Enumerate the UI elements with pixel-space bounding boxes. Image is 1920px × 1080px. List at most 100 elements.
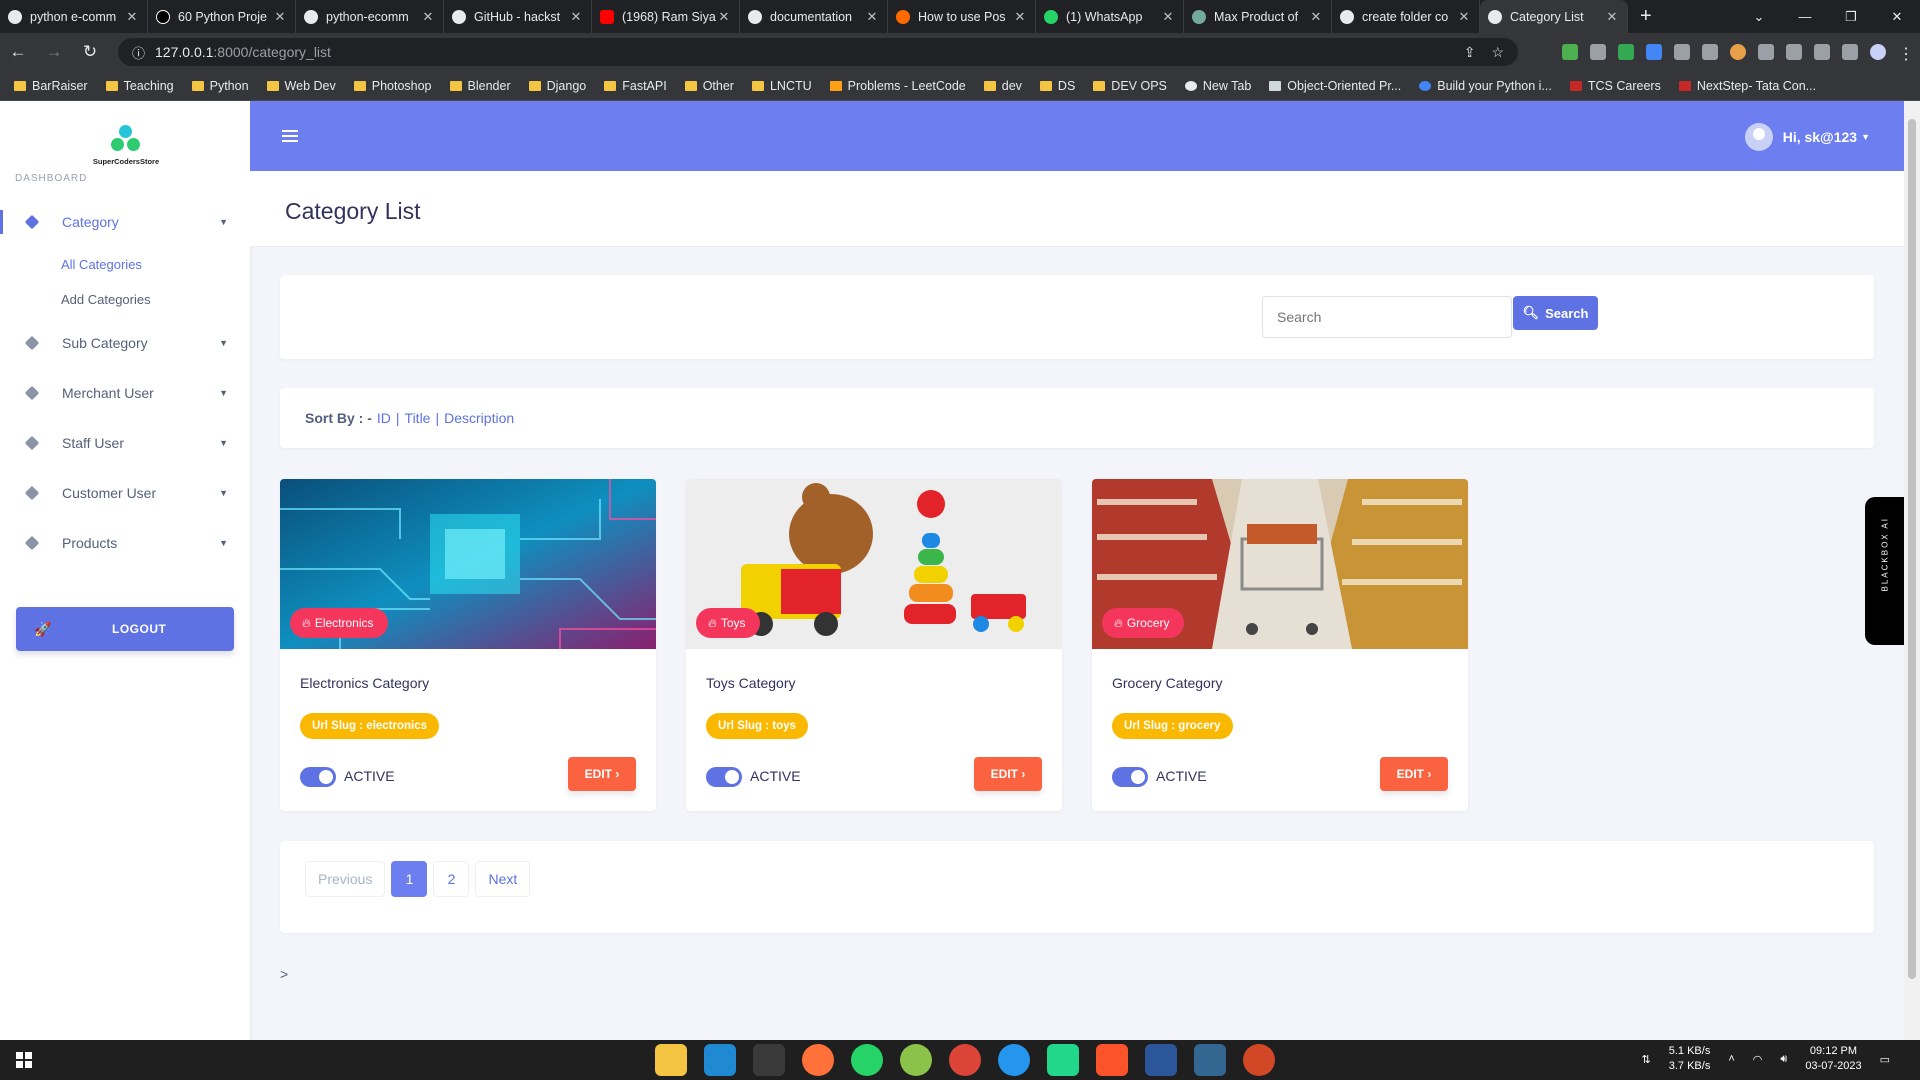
blackbox-ai-widget[interactable]: BLACKBOX AI: [1865, 497, 1905, 645]
chrome-icon[interactable]: [949, 1044, 981, 1076]
postgres-icon[interactable]: [1194, 1044, 1226, 1076]
browser-tab[interactable]: 60 Python Proje ✕: [148, 0, 296, 33]
active-toggle[interactable]: [706, 767, 742, 787]
edit-button[interactable]: EDIT ›: [974, 757, 1042, 791]
bookmark[interactable]: BarRaiser: [14, 79, 88, 93]
bookmark[interactable]: Python: [191, 79, 249, 93]
sidebar-item-sub-category[interactable]: Sub Category ▼: [0, 323, 250, 363]
file-explorer-icon[interactable]: [655, 1044, 687, 1076]
puzzle-icon[interactable]: [1786, 44, 1802, 60]
browser-tab[interactable]: How to use Pos ✕: [888, 0, 1036, 33]
browser-tab[interactable]: (1) WhatsApp ✕: [1036, 0, 1184, 33]
share-icon[interactable]: ⇪: [1464, 44, 1476, 61]
browser-tab-active[interactable]: Category List ✕: [1480, 0, 1628, 33]
whatsapp-icon[interactable]: [851, 1044, 883, 1076]
extension-icon[interactable]: [1618, 44, 1634, 60]
close-icon[interactable]: ✕: [865, 9, 879, 25]
close-icon[interactable]: ✕: [1161, 9, 1175, 25]
submenu-all-categories[interactable]: All Categories: [61, 257, 142, 272]
bookmark[interactable]: New Tab: [1184, 79, 1251, 93]
bookmark[interactable]: LNCTU: [751, 79, 812, 93]
bookmark[interactable]: Object-Oriented Pr...: [1269, 79, 1401, 93]
close-icon[interactable]: ✕: [1605, 9, 1619, 25]
extension-icon[interactable]: [1702, 44, 1718, 60]
bookmark[interactable]: Photoshop: [353, 79, 432, 93]
app-icon[interactable]: [900, 1044, 932, 1076]
browser-tab[interactable]: Max Product of ✕: [1184, 0, 1332, 33]
url-bar[interactable]: ⓘ 127.0.0.1:8000/category_list ⇪ ☆: [118, 38, 1518, 66]
pagination-page[interactable]: 1: [391, 861, 428, 897]
chevron-up-icon[interactable]: ˄: [1728, 1053, 1734, 1065]
close-window-icon[interactable]: ✕: [1874, 0, 1920, 33]
search-button[interactable]: 🔍︎ Search: [1513, 296, 1598, 330]
bookmark[interactable]: Teaching: [105, 79, 174, 93]
pagination-page[interactable]: 2: [433, 861, 470, 897]
wifi-icon[interactable]: ◠: [1753, 1053, 1763, 1066]
sort-by-id[interactable]: ID: [377, 410, 391, 426]
sidebar-item-customer-user[interactable]: Customer User ▼: [0, 473, 250, 513]
close-icon[interactable]: ✕: [1309, 9, 1323, 25]
brave-icon[interactable]: [1096, 1044, 1128, 1076]
browser-tab[interactable]: create folder co ✕: [1332, 0, 1480, 33]
volume-icon[interactable]: 🔊︎: [1780, 1053, 1787, 1066]
bookmark[interactable]: Django: [528, 79, 586, 93]
minimize-icon[interactable]: —: [1782, 0, 1828, 33]
bookmark[interactable]: FastAPI: [604, 79, 667, 93]
word-icon[interactable]: [1145, 1044, 1177, 1076]
page-scrollbar[interactable]: [1904, 101, 1920, 1040]
scrollbar-thumb[interactable]: [1908, 119, 1916, 979]
pagination-next[interactable]: Next: [475, 861, 531, 897]
bookmark[interactable]: DEV OPS: [1093, 79, 1167, 93]
menu-dots-icon[interactable]: ⋮: [1898, 44, 1914, 63]
logout-button[interactable]: 🚀 LOGOUT: [16, 607, 234, 651]
close-icon[interactable]: ✕: [1457, 9, 1471, 25]
pycharm-icon[interactable]: [1047, 1044, 1079, 1076]
browser-tab[interactable]: (1968) Ram Siya ✕: [592, 0, 740, 33]
close-icon[interactable]: ✕: [273, 9, 287, 25]
browser-tab[interactable]: python-ecomm ✕: [296, 0, 444, 33]
extension-icon[interactable]: [1674, 44, 1690, 60]
bookmark[interactable]: dev: [983, 79, 1022, 93]
close-icon[interactable]: ✕: [125, 9, 139, 25]
bookmark[interactable]: Blender: [449, 79, 511, 93]
active-toggle[interactable]: [300, 767, 336, 787]
user-menu[interactable]: Hi, sk@123 ▼: [1744, 123, 1870, 151]
bookmark[interactable]: Other: [684, 79, 734, 93]
info-icon[interactable]: ⓘ: [132, 43, 145, 62]
extension-icon[interactable]: [1646, 44, 1662, 60]
browser-tab[interactable]: documentation ✕: [740, 0, 888, 33]
docker-icon[interactable]: [998, 1044, 1030, 1076]
browser-tab[interactable]: python e-comm ✕: [0, 0, 148, 33]
sidebar-item-category[interactable]: Category ▼: [0, 202, 250, 242]
restore-icon[interactable]: ❐: [1828, 0, 1874, 33]
search-input[interactable]: [1262, 296, 1512, 338]
notifications-icon[interactable]: ▭: [1880, 1053, 1890, 1066]
pagination-previous[interactable]: Previous: [305, 861, 386, 897]
hamburger-menu-icon[interactable]: [282, 130, 298, 142]
close-icon[interactable]: ✕: [421, 9, 435, 25]
terminal-icon[interactable]: [753, 1044, 785, 1076]
profile-avatar[interactable]: [1870, 44, 1886, 60]
close-icon[interactable]: ✕: [1013, 9, 1027, 25]
extension-icon[interactable]: [1730, 44, 1746, 60]
edit-button[interactable]: EDIT ›: [1380, 757, 1448, 791]
bookmark[interactable]: Problems - LeetCode: [829, 79, 966, 93]
submenu-add-categories[interactable]: Add Categories: [61, 292, 151, 307]
bookmark[interactable]: NextStep- Tata Con...: [1678, 79, 1816, 93]
bookmark[interactable]: DS: [1039, 79, 1075, 93]
sidebar-item-products[interactable]: Products ▼: [0, 523, 250, 563]
reload-icon[interactable]: ↻: [72, 34, 108, 70]
sort-by-title[interactable]: Title: [405, 410, 431, 426]
sidebar-item-merchant-user[interactable]: Merchant User ▼: [0, 373, 250, 413]
side-panel-icon[interactable]: [1842, 44, 1858, 60]
reading-list-icon[interactable]: [1814, 44, 1830, 60]
tab-search-icon[interactable]: ⌄: [1736, 0, 1782, 33]
firefox-icon[interactable]: [802, 1044, 834, 1076]
vscode-icon[interactable]: [704, 1044, 736, 1076]
back-icon[interactable]: ←: [0, 34, 36, 70]
bookmark[interactable]: Build your Python i...: [1419, 79, 1552, 93]
extension-icon[interactable]: [1562, 44, 1578, 60]
close-icon[interactable]: ✕: [569, 9, 583, 25]
browser-tab[interactable]: GitHub - hackst ✕: [444, 0, 592, 33]
bookmark-star-icon[interactable]: ☆: [1491, 44, 1504, 61]
